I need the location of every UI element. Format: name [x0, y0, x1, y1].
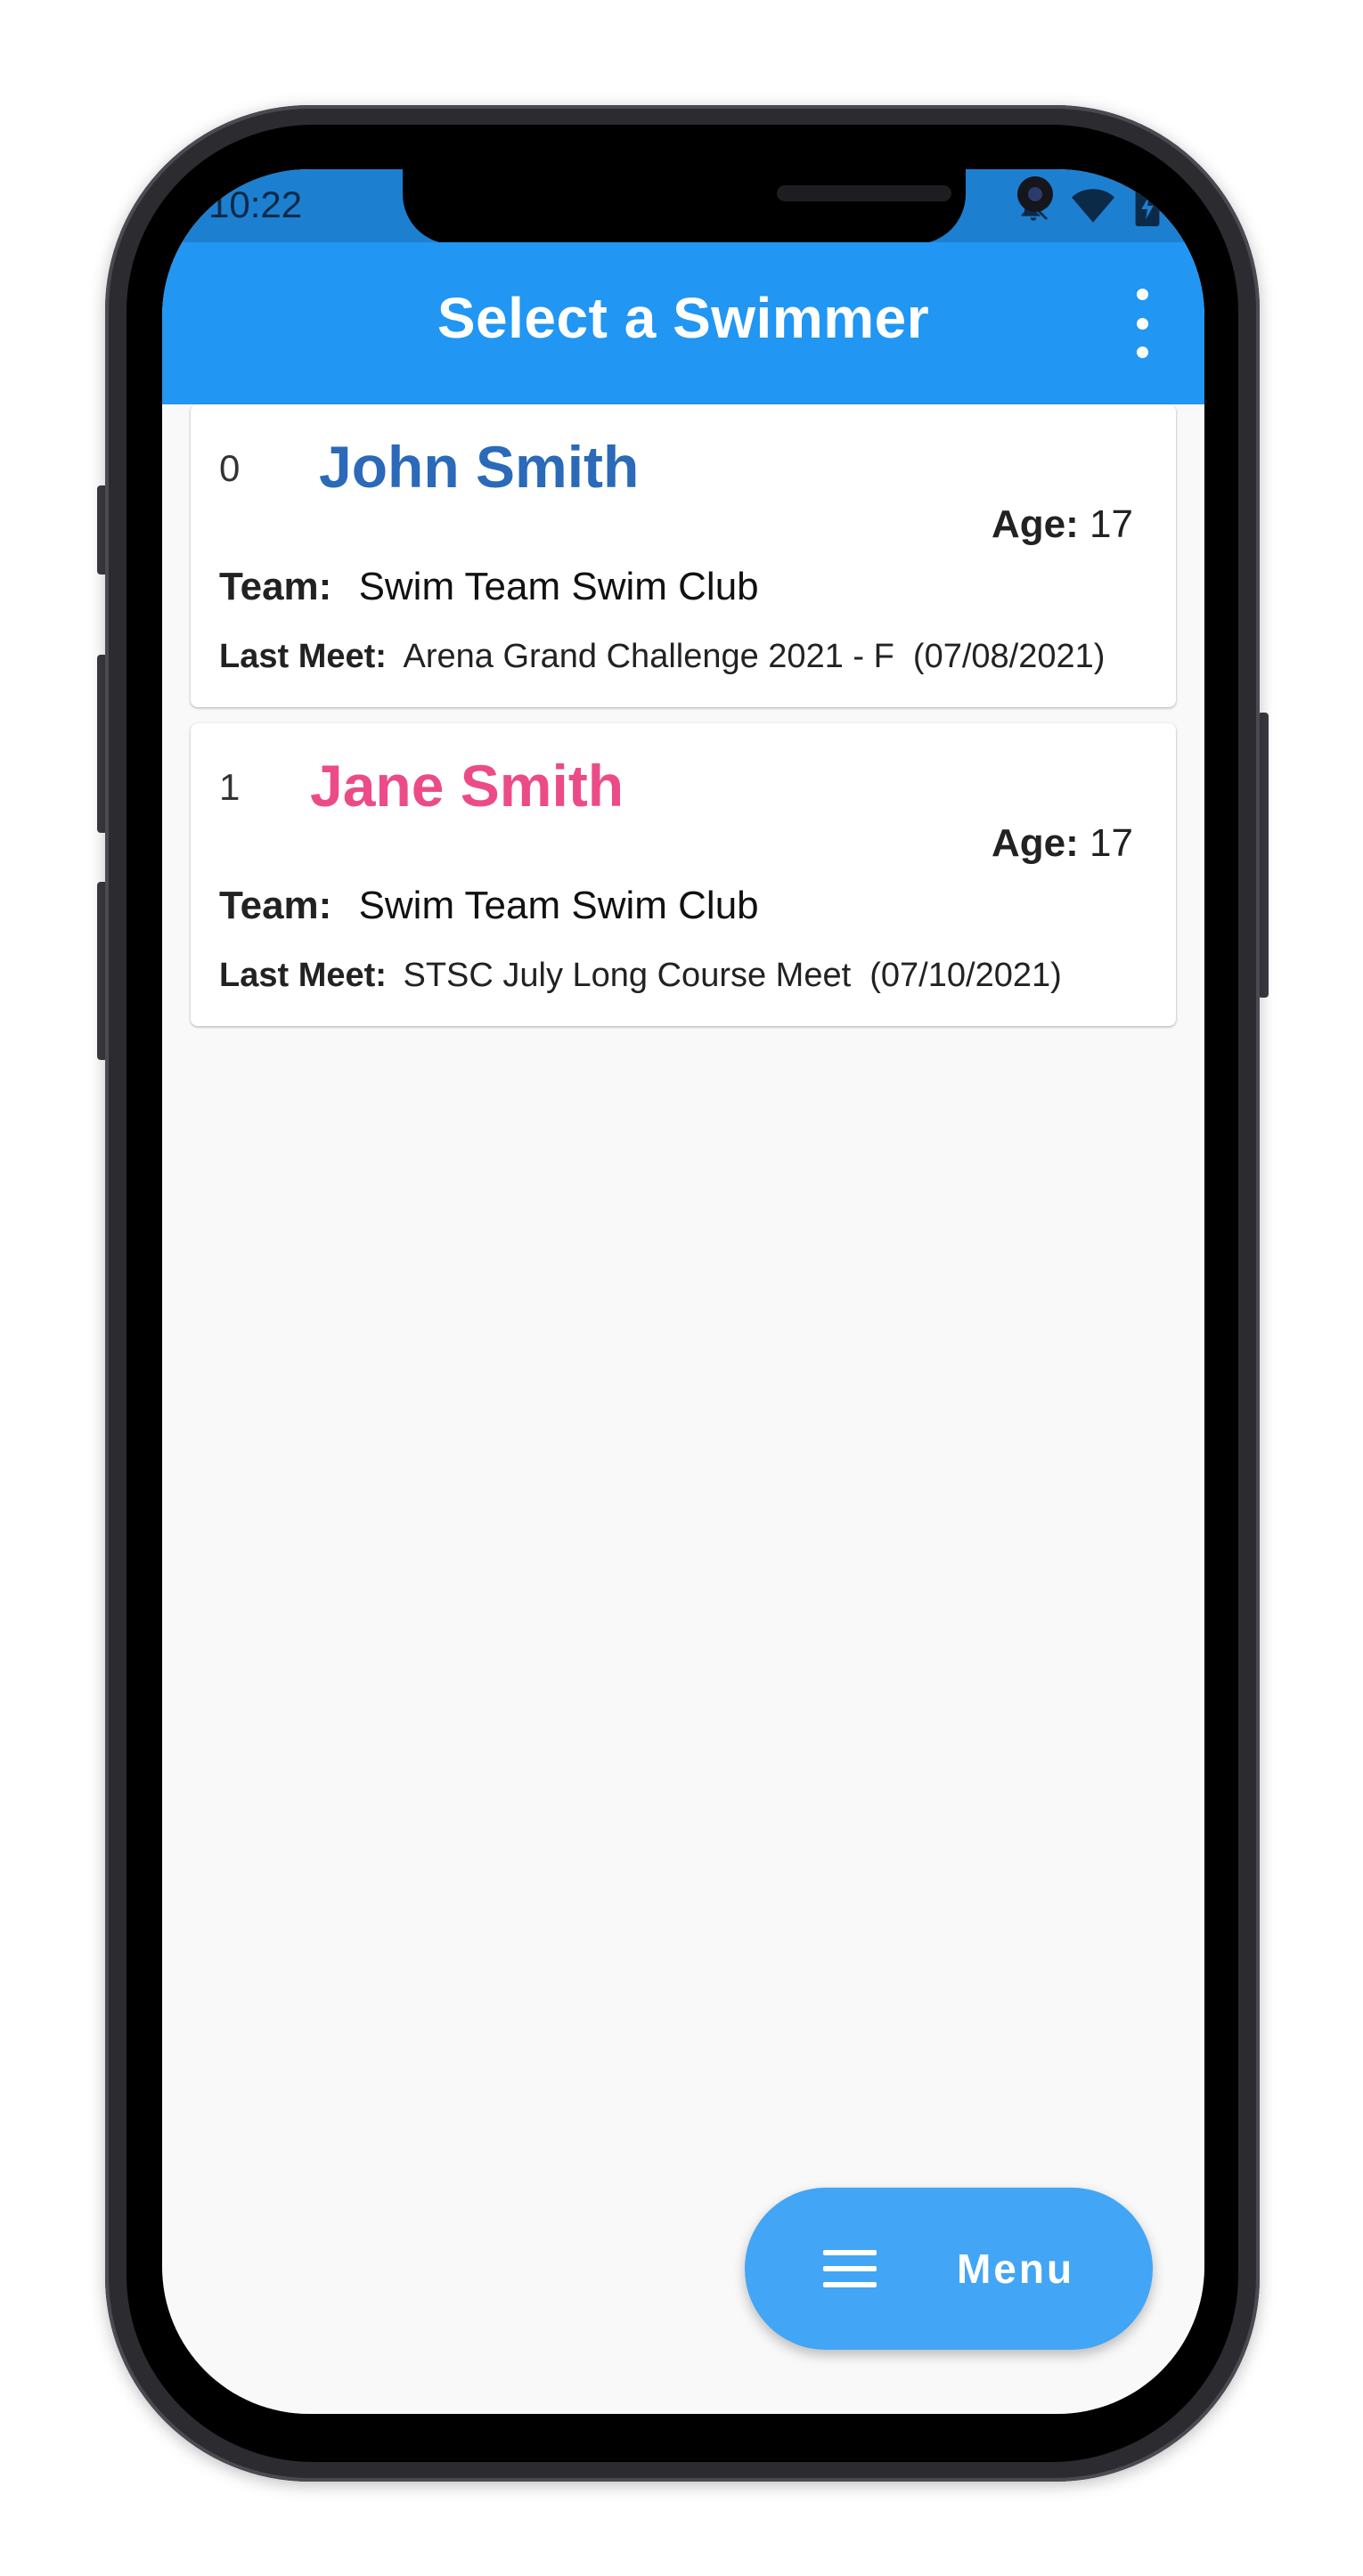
last-meet-label: Last Meet:	[219, 957, 387, 994]
last-meet-label: Last Meet:	[219, 638, 387, 675]
team-label: Team:	[219, 884, 332, 927]
swimmer-last-meet: Last Meet: Arena Grand Challenge 2021 - …	[219, 638, 1105, 676]
age-value: 17	[1090, 502, 1133, 546]
swimmer-team: Team: Swim Team Swim Club	[219, 884, 759, 928]
front-camera	[1017, 176, 1053, 212]
team-value: Swim Team Swim Club	[358, 565, 759, 608]
battery-charging-icon	[1135, 185, 1160, 226]
status-time: 10:22	[208, 183, 303, 225]
more-vert-icon[interactable]	[1131, 289, 1153, 358]
phone-screen: 10:22 Select a Swimmer 0 John Smith Age:…	[162, 169, 1204, 2414]
menu-button-label: Menu	[956, 2246, 1075, 2292]
team-value: Swim Team Swim Club	[358, 884, 759, 927]
swimmer-team: Team: Swim Team Swim Club	[219, 565, 759, 609]
last-meet-value: STSC July Long Course Meet (07/10/2021)	[403, 957, 1062, 994]
swimmer-age: Age: 17	[992, 502, 1133, 547]
earpiece-speaker	[777, 185, 951, 201]
age-label: Age:	[992, 502, 1079, 546]
swimmer-name: John Smith	[319, 434, 640, 500]
swimmer-card-jane-smith[interactable]: 1 Jane Smith Age: 17 Team: Swim Team Swi…	[191, 723, 1176, 1026]
wifi-icon	[1072, 189, 1114, 223]
swimmer-name: Jane Smith	[310, 753, 624, 819]
menu-icon	[822, 2250, 877, 2287]
swimmer-last-meet: Last Meet: STSC July Long Course Meet (0…	[219, 957, 1062, 995]
page-title: Select a Swimmer	[437, 286, 930, 350]
last-meet-value: Arena Grand Challenge 2021 - F (07/08/20…	[403, 638, 1106, 675]
swimmer-card-john-smith[interactable]: 0 John Smith Age: 17 Team: Swim Team Swi…	[191, 404, 1176, 707]
camera-notch	[403, 169, 1053, 244]
swimmer-index: 1	[219, 766, 241, 808]
swimmer-index: 0	[219, 447, 241, 489]
app-bar: Select a Swimmer	[162, 242, 1204, 404]
menu-button[interactable]: Menu	[745, 2188, 1153, 2350]
age-label: Age:	[992, 821, 1079, 865]
swimmer-age: Age: 17	[992, 821, 1133, 866]
team-label: Team:	[219, 565, 332, 608]
age-value: 17	[1090, 821, 1133, 865]
